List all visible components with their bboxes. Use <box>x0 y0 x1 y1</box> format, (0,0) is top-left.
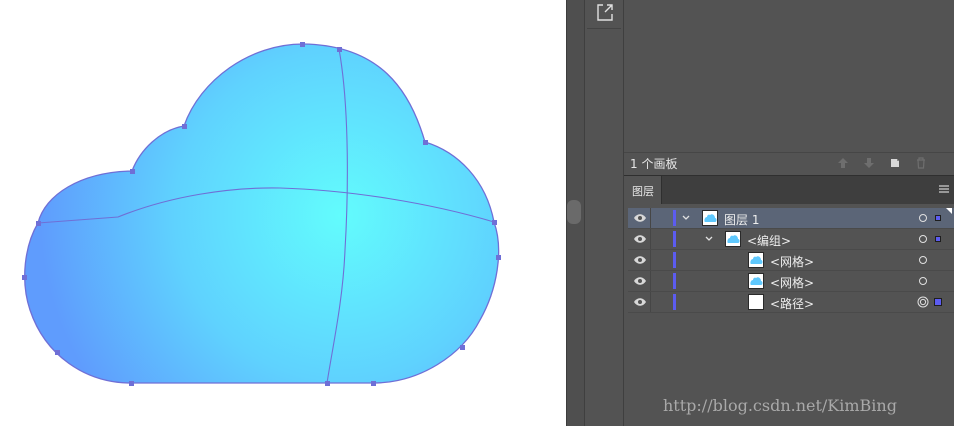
move-up-icon[interactable] <box>836 156 850 170</box>
mesh-thumbnail <box>748 273 764 289</box>
cloud-thumbnail-icon <box>750 277 763 285</box>
lock-toggle[interactable] <box>651 292 671 312</box>
anchor-point <box>300 42 305 47</box>
layer-row-mesh[interactable]: <网格> <box>628 250 954 271</box>
cloud-shape[interactable] <box>24 43 500 384</box>
selection-indicator[interactable] <box>935 236 941 242</box>
layer-thumbnail <box>702 210 718 226</box>
anchor-point <box>496 255 501 260</box>
group-thumbnail <box>725 231 741 247</box>
anchor-point <box>325 381 330 386</box>
anchor-point <box>182 124 187 129</box>
selection-indicator[interactable] <box>935 215 941 221</box>
panels-dock: 1 个画板 图层 图层 1 <编组> <网格> <网格> <路径> <box>624 0 954 426</box>
lock-toggle[interactable] <box>651 271 671 291</box>
move-down-icon[interactable] <box>862 156 876 170</box>
artboard-count-label: 1 个画板 <box>630 157 678 171</box>
cloud-artwork[interactable] <box>0 0 566 426</box>
layer-name[interactable]: 图层 1 <box>724 211 759 228</box>
visibility-eye-icon[interactable] <box>633 297 647 307</box>
layer-row-mesh[interactable]: <网格> <box>628 271 954 292</box>
visibility-eye-icon[interactable] <box>633 276 647 286</box>
chevron-down-icon[interactable] <box>703 233 715 245</box>
layer-color-indicator <box>673 273 676 289</box>
lock-toggle[interactable] <box>651 229 671 249</box>
layer-row-group[interactable]: <编组> <box>628 229 954 250</box>
anchor-point <box>22 275 27 280</box>
layer-row-layer-1[interactable]: 图层 1 <box>628 208 954 229</box>
watermark-text: http://blog.csdn.net/KimBing <box>663 396 897 415</box>
chevron-down-icon[interactable] <box>680 212 692 224</box>
target-selected-icon[interactable] <box>917 296 929 308</box>
mesh-thumbnail <box>748 252 764 268</box>
anchor-point <box>371 381 376 386</box>
artboards-panel: 1 个画板 <box>624 0 954 174</box>
layer-name[interactable]: <路径> <box>770 295 814 312</box>
tab-layers-label: 图层 <box>632 185 654 198</box>
tab-layers[interactable]: 图层 <box>624 176 662 204</box>
cloud-thumbnail-icon <box>750 256 763 264</box>
anchor-point <box>129 381 134 386</box>
target-circle-icon[interactable] <box>918 276 928 286</box>
lock-toggle[interactable] <box>651 250 671 270</box>
visibility-eye-icon[interactable] <box>633 255 647 265</box>
canvas-scrollbar-gutter <box>566 0 584 426</box>
export-icon <box>597 4 613 21</box>
cloud-thumbnail-icon <box>727 235 740 243</box>
target-circle-icon[interactable] <box>918 234 928 244</box>
layer-color-indicator <box>673 210 676 226</box>
cloud-thumbnail-icon <box>704 214 717 222</box>
artboards-footer: 1 个画板 <box>624 152 954 174</box>
trash-icon[interactable] <box>914 156 928 170</box>
artboard-canvas[interactable] <box>0 0 566 426</box>
anchor-point <box>55 350 60 355</box>
layer-name[interactable]: <编组> <box>747 232 791 249</box>
layer-color-indicator <box>673 252 676 268</box>
anchor-point <box>423 140 428 145</box>
visibility-eye-icon[interactable] <box>633 234 647 244</box>
new-artboard-icon[interactable] <box>888 156 902 170</box>
layers-list: 图层 1 <编组> <网格> <网格> <路径> <box>628 208 954 313</box>
layer-color-indicator <box>673 231 676 247</box>
anchor-point <box>460 345 465 350</box>
target-circle-icon[interactable] <box>918 213 928 223</box>
visibility-eye-icon[interactable] <box>633 213 647 223</box>
layer-name[interactable]: <网格> <box>770 274 814 291</box>
export-button[interactable] <box>587 0 621 29</box>
layers-tabbar: 图层 <box>624 175 954 204</box>
scroll-handle[interactable] <box>567 200 581 224</box>
path-thumbnail <box>748 294 764 310</box>
current-layer-corner-icon <box>946 208 952 214</box>
anchor-point <box>337 47 342 52</box>
layer-color-indicator <box>673 294 676 310</box>
lock-toggle[interactable] <box>651 208 671 228</box>
anchor-point <box>36 221 41 226</box>
selection-indicator[interactable] <box>934 298 942 306</box>
anchor-point <box>130 169 135 174</box>
panel-menu-icon[interactable] <box>938 184 950 194</box>
layer-name[interactable]: <网格> <box>770 253 814 270</box>
panel-toolstrip <box>584 0 624 426</box>
target-circle-icon[interactable] <box>918 255 928 265</box>
layer-row-path[interactable]: <路径> <box>628 292 954 313</box>
anchor-point <box>492 220 497 225</box>
